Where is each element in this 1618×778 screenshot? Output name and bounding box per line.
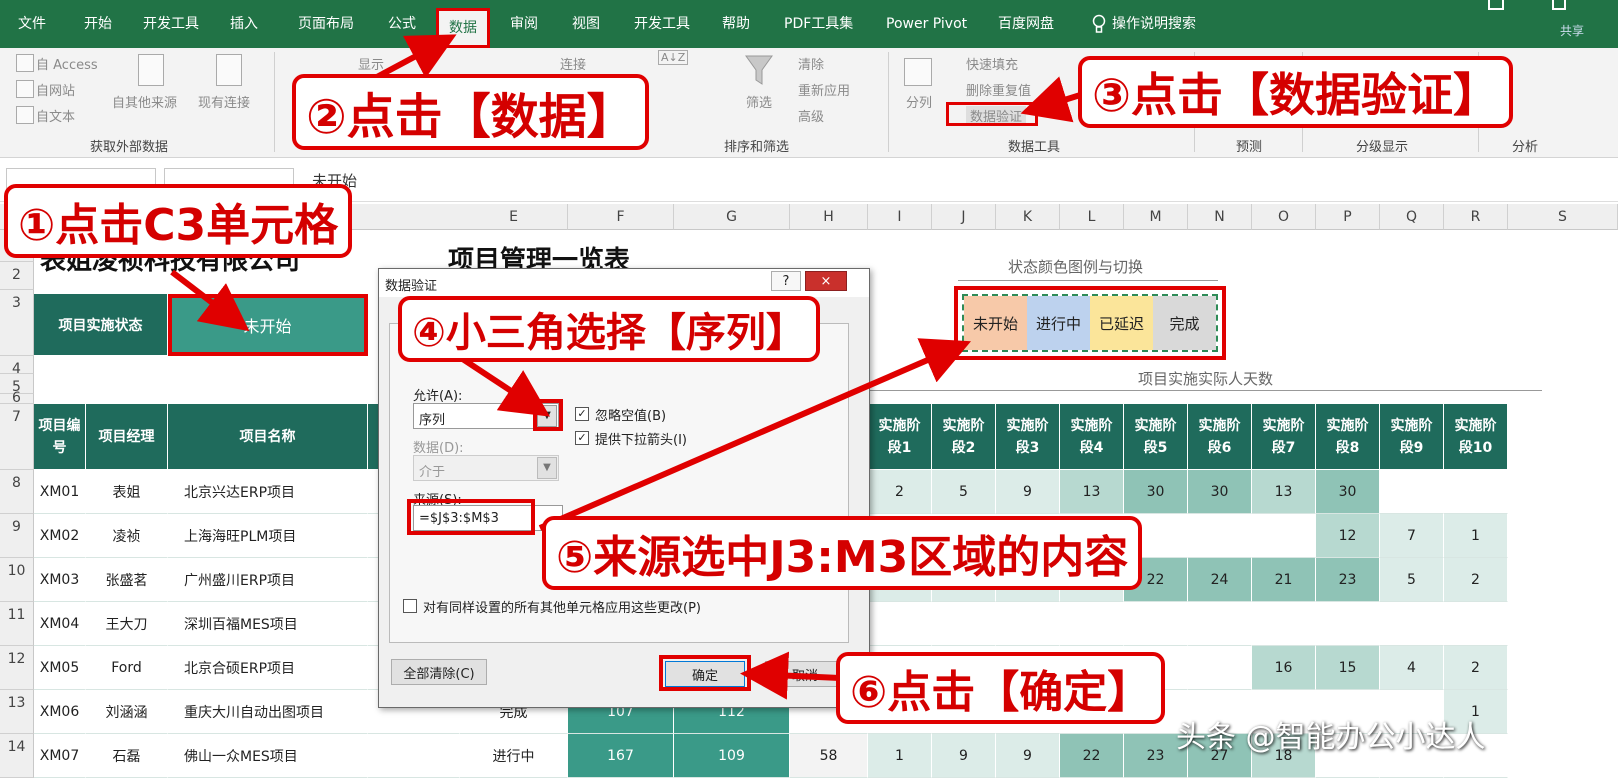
arrow-step1 <box>170 269 250 332</box>
callout-step3: ③点击【数据验证】 <box>1078 56 1513 128</box>
watermark-text: 头条 @智能办公小达人 <box>1176 720 1486 755</box>
callout-step2: ②点击【数据】 <box>292 74 649 150</box>
arrow-step6 <box>740 651 841 700</box>
arrow-step5 <box>538 338 972 531</box>
callout-step1: ①点击C3单元格 <box>4 184 353 258</box>
callout-step5: ⑤来源选中J3:M3区域的内容 <box>542 516 1143 590</box>
callout-step6: ⑥点击【确定】 <box>836 652 1166 724</box>
callout-step4: ④小三角选择【序列】 <box>398 296 820 362</box>
